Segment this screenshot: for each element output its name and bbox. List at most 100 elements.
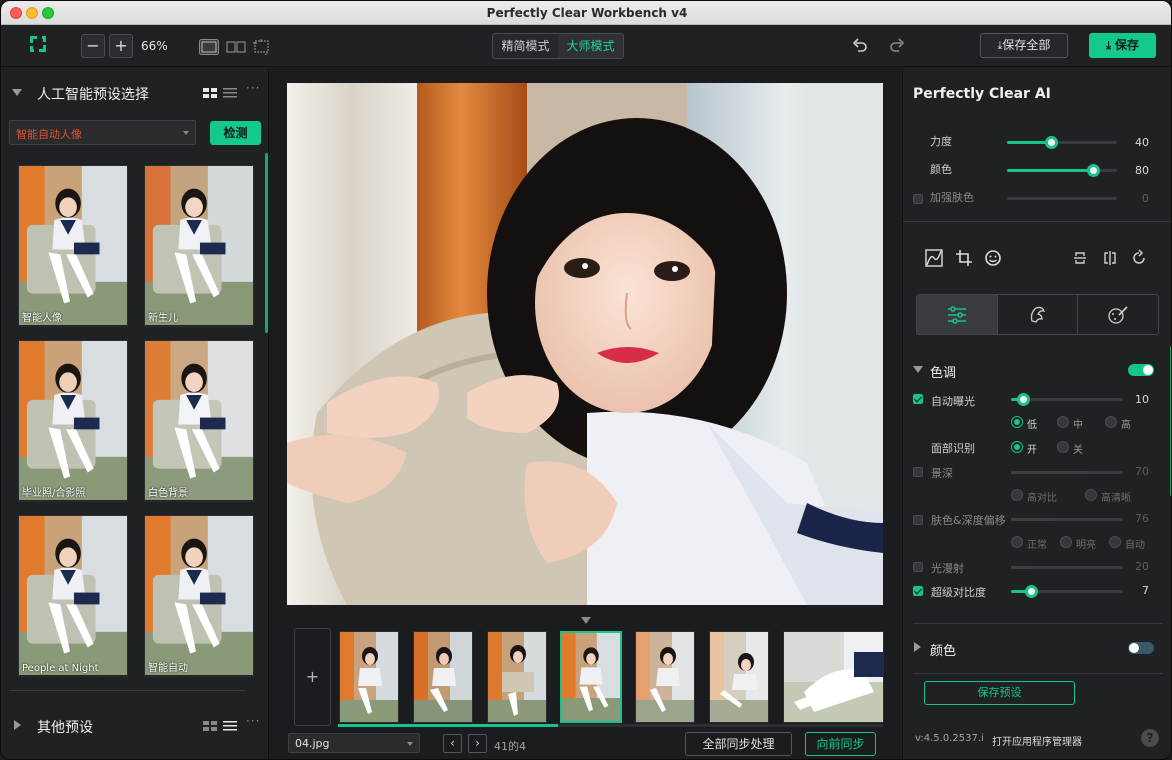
save-preset-button[interactable]: 保存预设: [924, 681, 1075, 705]
crop-icon[interactable]: [955, 249, 973, 267]
single-view-icon[interactable]: [199, 39, 219, 55]
more-options-icon[interactable]: ···: [246, 81, 260, 95]
filmstrip-scrollbar[interactable]: [338, 724, 883, 727]
preset-label: 智能自动: [148, 663, 188, 674]
skin-depth-slider[interactable]: [1011, 518, 1123, 521]
super-contrast-checkbox[interactable]: [913, 586, 923, 596]
zoom-in-button[interactable]: +: [109, 34, 133, 58]
color-slider[interactable]: [1007, 164, 1117, 177]
preset-thumb[interactable]: People at Night: [18, 515, 128, 677]
other-preset-section-header[interactable]: 其他预设 ···: [1, 711, 269, 741]
auto-exposure-slider[interactable]: [1011, 393, 1123, 406]
toolbar: − + 66% 精简模式 大师模式 ⤓保存全部 ⤓ 保存: [1, 25, 1171, 67]
depth-contrast-radio[interactable]: [1011, 489, 1023, 501]
skin-bright-radio[interactable]: [1060, 536, 1072, 548]
master-mode-tab[interactable]: 大师模式: [558, 34, 623, 58]
preset-scrollbar[interactable]: [265, 153, 268, 333]
download-icon: ⤓: [1106, 39, 1115, 52]
save-all-button[interactable]: ⤓保存全部: [980, 33, 1068, 58]
skin-label: 加强肤色: [930, 191, 974, 204]
ai-preset-dropdown[interactable]: 智能自动人像: [9, 120, 196, 145]
filmstrip-thumb-active[interactable]: [560, 631, 622, 723]
color-label: 颜色: [930, 163, 952, 176]
save-label: 保存: [1114, 38, 1139, 52]
filmstrip-photo: [340, 632, 398, 722]
file-dropdown[interactable]: 04.jpg: [288, 733, 420, 753]
strength-slider[interactable]: [1007, 136, 1117, 149]
undo-icon[interactable]: [851, 37, 869, 55]
preset-thumb[interactable]: 白色背景: [144, 340, 254, 502]
list-view-icon[interactable]: [223, 87, 237, 99]
skin-normal-radio[interactable]: [1011, 536, 1023, 548]
diffuse-checkbox[interactable]: [913, 562, 923, 572]
app-window: Perfectly Clear Workbench v4 − + 66% 精简模…: [0, 0, 1172, 760]
face-icon[interactable]: [984, 249, 1002, 267]
ai-preset-section-header[interactable]: 人工智能预设选择 ···: [1, 78, 269, 108]
detect-button[interactable]: 检测: [210, 121, 261, 145]
depth-clarity-radio[interactable]: [1085, 489, 1097, 501]
auto-exposure-checkbox[interactable]: [913, 394, 923, 404]
zoom-out-button[interactable]: −: [81, 34, 105, 58]
flip-vertical-icon[interactable]: [1071, 249, 1089, 267]
crop-view-icon[interactable]: [252, 39, 272, 55]
sync-forward-button[interactable]: 向前同步: [805, 732, 876, 756]
color-section-toggle[interactable]: [1128, 642, 1154, 654]
skin-auto-radio[interactable]: [1109, 536, 1121, 548]
next-image-button[interactable]: ›: [468, 734, 487, 753]
skin-checkbox[interactable]: [913, 194, 923, 204]
preset-thumb[interactable]: 新生儿: [144, 165, 254, 327]
grid-view-icon[interactable]: [203, 720, 217, 732]
color-slider-knob[interactable]: [1087, 164, 1100, 177]
preset-photo: [19, 166, 127, 326]
auto-exposure-knob[interactable]: [1017, 393, 1030, 406]
list-view-icon[interactable]: [223, 720, 237, 732]
main-photo[interactable]: [287, 83, 883, 605]
filmstrip-thumb[interactable]: [339, 631, 399, 723]
sync-all-button[interactable]: 全部同步处理: [685, 732, 792, 756]
skin-depth-checkbox[interactable]: [913, 515, 923, 525]
preset-thumb[interactable]: 毕业照/合影照: [18, 340, 128, 502]
filmstrip-thumb[interactable]: [413, 631, 473, 723]
skin-slider[interactable]: [1007, 197, 1117, 200]
app-manager-link[interactable]: 打开应用程序管理器: [992, 733, 1082, 748]
tab-retouch[interactable]: [998, 295, 1079, 334]
expand-triangle-icon[interactable]: [914, 642, 921, 652]
filmstrip-thumb[interactable]: [709, 631, 769, 723]
face-detect-off-radio[interactable]: [1057, 441, 1069, 453]
help-icon[interactable]: ?: [1141, 729, 1159, 747]
collapse-triangle-icon[interactable]: [913, 366, 923, 373]
filmstrip-thumb[interactable]: [783, 631, 884, 723]
preset-thumb[interactable]: 智能人像: [18, 165, 128, 327]
tone-toggle[interactable]: [1128, 364, 1154, 376]
grid-view-icon[interactable]: [203, 87, 217, 99]
strength-slider-knob[interactable]: [1045, 136, 1058, 149]
exposure-high-radio[interactable]: [1105, 416, 1117, 428]
more-options-icon[interactable]: ···: [246, 714, 260, 728]
add-images-button[interactable]: +: [294, 628, 331, 726]
depth-checkbox[interactable]: [913, 467, 923, 477]
filmstrip-thumb[interactable]: [487, 631, 547, 723]
dropdown-arrow-icon: [183, 131, 189, 135]
depth-slider[interactable]: [1011, 471, 1123, 474]
flip-horizontal-icon[interactable]: [1101, 249, 1119, 267]
tab-effects[interactable]: [1078, 295, 1158, 334]
curves-icon[interactable]: [925, 249, 943, 267]
diffuse-slider[interactable]: [1011, 566, 1123, 569]
skin-normal-label: 正常: [1027, 540, 1047, 551]
rotate-icon[interactable]: [1130, 249, 1148, 267]
super-contrast-knob[interactable]: [1025, 585, 1038, 598]
exposure-mid-radio[interactable]: [1057, 416, 1069, 428]
tab-adjustments[interactable]: [917, 295, 998, 334]
filmstrip-thumb[interactable]: [635, 631, 695, 723]
previous-image-button[interactable]: ‹: [443, 734, 462, 753]
exposure-low-radio[interactable]: [1011, 416, 1023, 428]
preset-photo: [145, 166, 253, 326]
portrait-photo: [287, 83, 883, 605]
preset-thumb[interactable]: 智能自动: [144, 515, 254, 677]
face-detect-on-radio[interactable]: [1011, 441, 1023, 453]
save-button[interactable]: ⤓ 保存: [1089, 33, 1156, 58]
compare-view-icon[interactable]: [226, 39, 246, 55]
simple-mode-tab[interactable]: 精简模式: [493, 34, 558, 58]
redo-icon[interactable]: [888, 37, 906, 55]
super-contrast-slider[interactable]: [1011, 585, 1123, 598]
